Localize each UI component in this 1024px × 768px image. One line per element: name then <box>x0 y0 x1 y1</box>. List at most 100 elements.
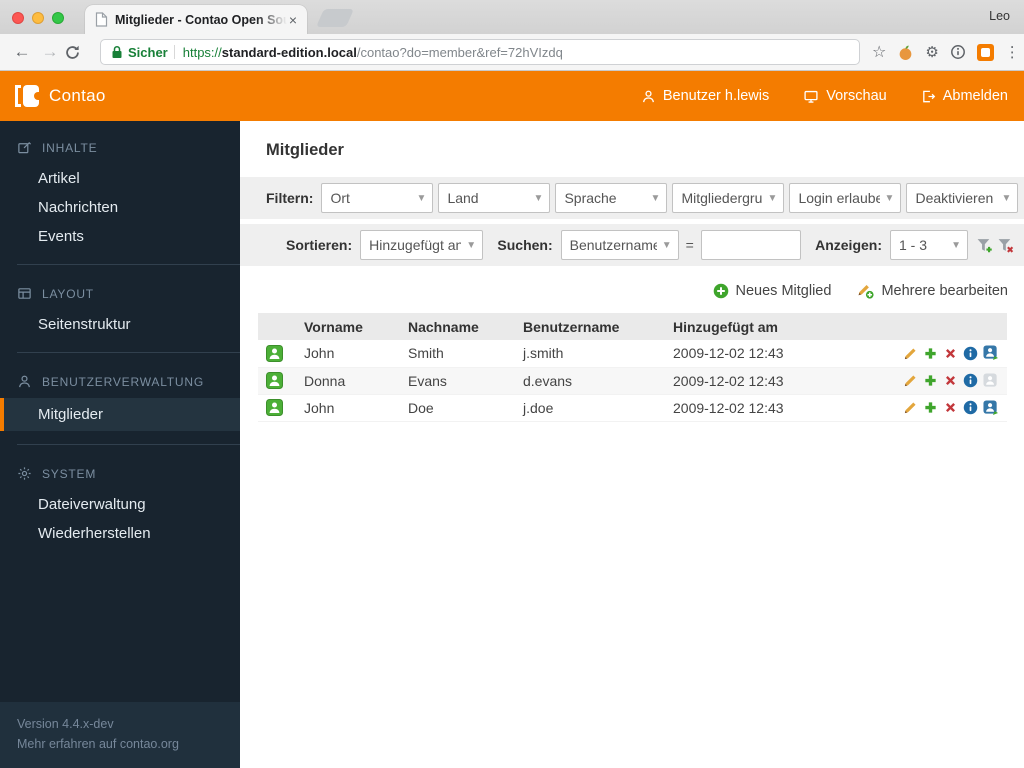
table-header-row: Vorname Nachname Benutzername Hinzugefüg… <box>258 313 1007 340</box>
cell-vorname: John <box>296 340 400 368</box>
zoom-window-button[interactable] <box>52 12 64 24</box>
show-range-select[interactable]: 1 - 3 ▼ <box>890 230 968 260</box>
duplicate-icon[interactable] <box>923 346 938 361</box>
select-value: Mitgliedergruppen <box>681 190 763 206</box>
delete-icon[interactable] <box>943 400 958 415</box>
new-member-button[interactable]: Neues Mitglied <box>713 282 832 299</box>
edit-icon[interactable] <box>903 346 918 361</box>
close-window-button[interactable] <box>12 12 24 24</box>
reload-icon[interactable] <box>64 44 92 61</box>
info-icon[interactable] <box>963 346 978 361</box>
member-icon <box>266 372 288 389</box>
select-value: Benutzername <box>569 237 657 253</box>
close-tab-icon[interactable]: × <box>287 12 299 28</box>
url-bar[interactable]: Sicher https://standard-edition.local/co… <box>100 39 860 65</box>
sidebar-item-label: Wiederherstellen <box>38 525 151 542</box>
cell-nachname: Evans <box>400 367 515 395</box>
delete-icon[interactable] <box>943 346 958 361</box>
sidebar-item-nachrichten[interactable]: Nachrichten <box>0 193 240 222</box>
sidebar-group-inhalte[interactable]: INHALTE <box>0 121 240 164</box>
chevron-down-icon: ▼ <box>416 192 427 204</box>
layout-icon <box>17 286 32 301</box>
switch-user-icon[interactable] <box>983 345 999 361</box>
sidebar-item-label: Seitenstruktur <box>38 316 131 333</box>
contao-logo[interactable]: Contao <box>15 85 106 107</box>
edit-multiple-button[interactable]: Mehrere bearbeiten <box>857 282 1008 299</box>
search-field-select[interactable]: Benutzername ▼ <box>560 230 679 260</box>
sidebar-item-wiederherstellen[interactable]: Wiederherstellen <box>0 519 240 548</box>
edit-icon[interactable] <box>903 373 918 388</box>
reset-filter-icon[interactable] <box>997 237 1014 254</box>
forward-icon[interactable]: → <box>36 42 64 62</box>
duplicate-icon[interactable] <box>923 400 938 415</box>
filter-select-sprache[interactable]: Sprache ▼ <box>555 183 668 213</box>
sidebar-item-label: Events <box>38 228 84 245</box>
sidebar-item-seitenstruktur[interactable]: Seitenstruktur <box>0 310 240 339</box>
select-value: Deaktivieren <box>915 190 994 206</box>
header-actions-col <box>905 313 1007 340</box>
contao-org-link[interactable]: Mehr erfahren auf contao.org <box>17 735 240 754</box>
minimize-window-button[interactable] <box>32 12 44 24</box>
delete-icon[interactable] <box>943 373 958 388</box>
lock-icon <box>111 45 123 59</box>
contao-extension-icon[interactable] <box>976 43 994 61</box>
header-vorname: Vorname <box>296 313 400 340</box>
browser-menu-icon[interactable]: ⋮ <box>1005 43 1020 61</box>
sidebar-group-layout[interactable]: LAYOUT <box>0 267 240 310</box>
info-icon[interactable] <box>963 373 978 388</box>
filter-select-mitgliedergruppen[interactable]: Mitgliedergruppen ▼ <box>672 183 785 213</box>
new-member-label: Neues Mitglied <box>735 282 832 299</box>
sort-select[interactable]: Hinzugefügt an ▼ <box>360 230 484 260</box>
sidebar-footer: Version 4.4.x-dev Mehr erfahren auf cont… <box>0 702 240 768</box>
search-input[interactable] <box>700 230 801 260</box>
url-host: standard-edition.local <box>221 44 357 60</box>
cell-nachname: Smith <box>400 340 515 368</box>
filter-label: Filtern: <box>266 190 314 206</box>
sidebar: INHALTE Artikel Nachrichten Events LAYOU… <box>0 121 240 768</box>
version-text: Version 4.4.x-dev <box>17 717 114 732</box>
sidebar-item-mitglieder[interactable]: Mitglieder <box>0 398 240 431</box>
url-path: /contao?do=member&ref=72hVIzdq <box>356 44 563 60</box>
filter-bar: Filtern: Ort ▼ Land ▼ Sprache ▼ Mitgliederg… <box>240 177 1024 219</box>
sidebar-group-system[interactable]: SYSTEM <box>0 447 240 490</box>
edit-icon[interactable] <box>903 400 918 415</box>
sidebar-divider <box>17 352 240 353</box>
browser-profile-name[interactable]: Leo <box>989 9 1010 23</box>
chevron-down-icon: ▼ <box>661 239 672 251</box>
browser-tab[interactable]: Mitglieder - Contao Open Sour × <box>85 5 307 34</box>
preview-menu-label: Vorschau <box>826 88 887 104</box>
sidebar-item-label: Artikel <box>38 170 80 187</box>
extension-icon[interactable] <box>897 44 914 61</box>
back-icon[interactable]: ← <box>8 42 36 62</box>
user-icon <box>641 89 656 104</box>
user-menu-item[interactable]: Benutzer h.lewis <box>641 88 769 104</box>
filter-select-ort[interactable]: Ort ▼ <box>321 183 434 213</box>
switch-user-icon[interactable] <box>983 399 999 416</box>
edit-icon <box>17 140 32 155</box>
info-icon[interactable] <box>963 400 978 415</box>
sidebar-group-label: SYSTEM <box>42 466 97 481</box>
duplicate-icon[interactable] <box>923 373 938 388</box>
cell-vorname: John <box>296 394 400 422</box>
browser-toolbar: ← → Sicher https://standard-edition.loca… <box>0 34 1024 71</box>
sidebar-item-artikel[interactable]: Artikel <box>0 164 240 193</box>
sidebar-item-dateiverwaltung[interactable]: Dateiverwaltung <box>0 490 240 519</box>
sidebar-group-benutzerverwaltung[interactable]: BENUTZERVERWALTUNG <box>0 355 240 398</box>
apply-filter-icon[interactable] <box>976 237 993 254</box>
cell-vorname: Donna <box>296 367 400 395</box>
filter-select-login-erlauben[interactable]: Login erlauben ▼ <box>789 183 902 213</box>
new-tab-button[interactable] <box>315 9 355 27</box>
bookmark-star-icon[interactable]: ☆ <box>872 42 886 62</box>
sidebar-item-events[interactable]: Events <box>0 222 240 251</box>
preview-menu-item[interactable]: Vorschau <box>803 88 887 104</box>
filter-select-land[interactable]: Land ▼ <box>438 183 551 213</box>
chevron-down-icon: ▼ <box>533 192 544 204</box>
table-row: Donna Evans d.evans 2009-12-02 12:43 <box>258 367 1007 395</box>
settings-gear-icon[interactable]: ⚙ <box>925 43 938 61</box>
logout-menu-item[interactable]: Abmelden <box>921 88 1008 104</box>
gear-icon <box>17 466 32 481</box>
chevron-down-icon: ▼ <box>650 192 661 204</box>
info-icon[interactable] <box>950 44 966 60</box>
edit-multiple-label: Mehrere bearbeiten <box>881 282 1008 299</box>
filter-select-deaktivieren[interactable]: Deaktivieren ▼ <box>906 183 1019 213</box>
